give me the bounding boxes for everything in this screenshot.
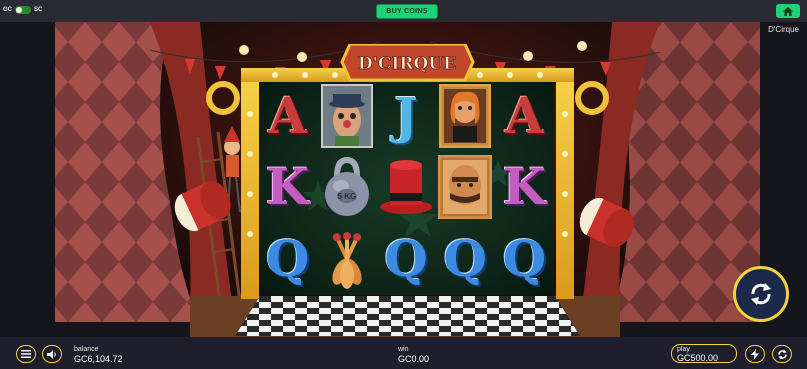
home-icon [783, 6, 793, 16]
top-bar: GC SC BUY COINS [0, 0, 807, 22]
home-button[interactable] [776, 4, 800, 18]
autoplay-icon [777, 349, 787, 359]
toggle-switch[interactable] [15, 6, 31, 14]
game-logo: D'CIRQUE [358, 54, 456, 74]
buy-coins-button[interactable]: BUY COINS [376, 4, 438, 19]
checkered-floor [235, 296, 580, 336]
game-screen: GC SC BUY COINS A J A K 5 KG K Q Q Q Q D… [0, 0, 807, 369]
turbo-button[interactable] [745, 345, 765, 363]
spin-arrows-icon [751, 283, 771, 305]
sound-button[interactable] [42, 345, 62, 363]
lightning-icon [751, 348, 759, 360]
game-title: D'Cirque [768, 25, 799, 34]
spin-button[interactable] [733, 266, 789, 322]
win-value: GC0.00 [398, 354, 430, 364]
balance-value: GC6,104.72 [74, 354, 123, 364]
reel-frame: D'CIRQUE [206, 44, 609, 299]
speaker-icon [46, 349, 56, 359]
play-label: play [677, 346, 690, 353]
toggle-left-label: GC [3, 7, 12, 13]
play-value: GC500.00 [677, 353, 719, 363]
menu-button[interactable] [16, 345, 36, 363]
win-label: win [398, 346, 409, 353]
toggle-right-label: SC [34, 7, 43, 13]
balance-label: balance [74, 346, 99, 353]
menu-icon [21, 350, 31, 358]
autoplay-button[interactable] [772, 345, 792, 363]
currency-toggle[interactable]: GC SC [3, 6, 42, 14]
